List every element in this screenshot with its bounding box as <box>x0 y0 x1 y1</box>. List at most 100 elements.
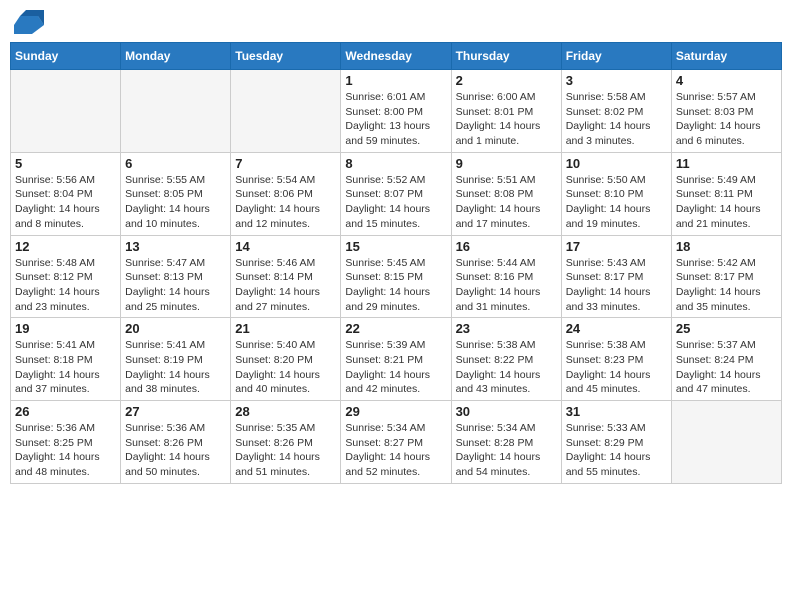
day-info: Sunrise: 5:40 AMSunset: 8:20 PMDaylight:… <box>235 338 336 397</box>
calendar-cell: 15 Sunrise: 5:45 AMSunset: 8:15 PMDayligh… <box>341 235 451 318</box>
day-number: 24 <box>566 321 667 336</box>
day-info: Sunrise: 5:37 AMSunset: 8:24 PMDaylight:… <box>676 338 777 397</box>
calendar-cell: 27 Sunrise: 5:36 AMSunset: 8:26 PMDayligh… <box>121 401 231 484</box>
calendar-cell: 20 Sunrise: 5:41 AMSunset: 8:19 PMDayligh… <box>121 318 231 401</box>
day-info: Sunrise: 5:38 AMSunset: 8:22 PMDaylight:… <box>456 338 557 397</box>
day-info: Sunrise: 5:47 AMSunset: 8:13 PMDaylight:… <box>125 256 226 315</box>
calendar-cell: 9 Sunrise: 5:51 AMSunset: 8:08 PMDaylight… <box>451 152 561 235</box>
day-number: 18 <box>676 239 777 254</box>
calendar-cell: 1Sunrise: 6:01 AMSunset: 8:00 PMDaylight… <box>341 70 451 153</box>
day-info: Sunrise: 5:48 AMSunset: 8:12 PMDaylight:… <box>15 256 116 315</box>
day-info: Sunrise: 5:35 AMSunset: 8:26 PMDaylight:… <box>235 421 336 480</box>
day-number: 10 <box>566 156 667 171</box>
day-number: 20 <box>125 321 226 336</box>
day-info: Sunrise: 5:45 AMSunset: 8:15 PMDaylight:… <box>345 256 446 315</box>
day-number: 25 <box>676 321 777 336</box>
calendar-cell: 28 Sunrise: 5:35 AMSunset: 8:26 PMDayligh… <box>231 401 341 484</box>
calendar-cell: 6 Sunrise: 5:55 AMSunset: 8:05 PMDaylight… <box>121 152 231 235</box>
day-number: 17 <box>566 239 667 254</box>
calendar-cell: 19 Sunrise: 5:41 AMSunset: 8:18 PMDayligh… <box>11 318 121 401</box>
calendar-cell: 13 Sunrise: 5:47 AMSunset: 8:13 PMDayligh… <box>121 235 231 318</box>
day-number: 5 <box>15 156 116 171</box>
calendar-week-row-1: 1Sunrise: 6:01 AMSunset: 8:00 PMDaylight… <box>11 70 782 153</box>
day-number: 7 <box>235 156 336 171</box>
calendar-cell <box>11 70 121 153</box>
day-number: 27 <box>125 404 226 419</box>
day-info: Sunrise: 5:41 AMSunset: 8:18 PMDaylight:… <box>15 338 116 397</box>
calendar-cell <box>671 401 781 484</box>
day-number: 11 <box>676 156 777 171</box>
day-number: 19 <box>15 321 116 336</box>
day-number: 2 <box>456 73 557 88</box>
day-number: 15 <box>345 239 446 254</box>
day-info: Sunrise: 5:51 AMSunset: 8:08 PMDaylight:… <box>456 173 557 232</box>
day-number: 12 <box>15 239 116 254</box>
day-info: Sunrise: 5:34 AMSunset: 8:27 PMDaylight:… <box>345 421 446 480</box>
calendar-week-row-2: 5 Sunrise: 5:56 AMSunset: 8:04 PMDaylight… <box>11 152 782 235</box>
weekday-header-wednesday: Wednesday <box>341 43 451 70</box>
weekday-header-thursday: Thursday <box>451 43 561 70</box>
calendar-week-row-4: 19 Sunrise: 5:41 AMSunset: 8:18 PMDayligh… <box>11 318 782 401</box>
day-number: 28 <box>235 404 336 419</box>
calendar-cell: 18 Sunrise: 5:42 AMSunset: 8:17 PMDayligh… <box>671 235 781 318</box>
calendar-cell: 10Sunrise: 5:50 AMSunset: 8:10 PMDayligh… <box>561 152 671 235</box>
calendar-cell: 12 Sunrise: 5:48 AMSunset: 8:12 PMDayligh… <box>11 235 121 318</box>
day-number: 9 <box>456 156 557 171</box>
page-header <box>10 10 782 34</box>
weekday-header-row: SundayMondayTuesdayWednesdayThursdayFrid… <box>11 43 782 70</box>
weekday-header-tuesday: Tuesday <box>231 43 341 70</box>
day-info: Sunrise: 5:38 AMSunset: 8:23 PMDaylight:… <box>566 338 667 397</box>
calendar-table: SundayMondayTuesdayWednesdayThursdayFrid… <box>10 42 782 484</box>
calendar-cell: 17 Sunrise: 5:43 AMSunset: 8:17 PMDayligh… <box>561 235 671 318</box>
day-info: Sunrise: 5:44 AMSunset: 8:16 PMDaylight:… <box>456 256 557 315</box>
day-number: 4 <box>676 73 777 88</box>
calendar-cell: 5 Sunrise: 5:56 AMSunset: 8:04 PMDaylight… <box>11 152 121 235</box>
day-number: 13 <box>125 239 226 254</box>
calendar-week-row-3: 12 Sunrise: 5:48 AMSunset: 8:12 PMDayligh… <box>11 235 782 318</box>
day-info: Sunrise: 5:36 AMSunset: 8:25 PMDaylight:… <box>15 421 116 480</box>
day-info: Sunrise: 5:56 AMSunset: 8:04 PMDaylight:… <box>15 173 116 232</box>
calendar-cell: 16 Sunrise: 5:44 AMSunset: 8:16 PMDayligh… <box>451 235 561 318</box>
day-number: 23 <box>456 321 557 336</box>
calendar-cell: 31Sunrise: 5:33 AMSunset: 8:29 PMDayligh… <box>561 401 671 484</box>
weekday-header-monday: Monday <box>121 43 231 70</box>
day-info: Sunrise: 5:49 AMSunset: 8:11 PMDaylight:… <box>676 173 777 232</box>
day-info: Sunrise: 5:57 AMSunset: 8:03 PMDaylight:… <box>676 90 777 149</box>
weekday-header-sunday: Sunday <box>11 43 121 70</box>
day-number: 26 <box>15 404 116 419</box>
calendar-cell: 25 Sunrise: 5:37 AMSunset: 8:24 PMDayligh… <box>671 318 781 401</box>
calendar-cell: 2Sunrise: 6:00 AMSunset: 8:01 PMDaylight… <box>451 70 561 153</box>
day-number: 21 <box>235 321 336 336</box>
day-info: Sunrise: 5:43 AMSunset: 8:17 PMDaylight:… <box>566 256 667 315</box>
day-info: Sunrise: 5:54 AMSunset: 8:06 PMDaylight:… <box>235 173 336 232</box>
day-info: Sunrise: 5:52 AMSunset: 8:07 PMDaylight:… <box>345 173 446 232</box>
calendar-cell: 11 Sunrise: 5:49 AMSunset: 8:11 PMDayligh… <box>671 152 781 235</box>
calendar-cell: 4 Sunrise: 5:57 AMSunset: 8:03 PMDaylight… <box>671 70 781 153</box>
calendar-cell: 22Sunrise: 5:39 AMSunset: 8:21 PMDayligh… <box>341 318 451 401</box>
calendar-cell: 23 Sunrise: 5:38 AMSunset: 8:22 PMDayligh… <box>451 318 561 401</box>
weekday-header-saturday: Saturday <box>671 43 781 70</box>
day-info: Sunrise: 5:41 AMSunset: 8:19 PMDaylight:… <box>125 338 226 397</box>
day-number: 30 <box>456 404 557 419</box>
day-info: Sunrise: 5:46 AMSunset: 8:14 PMDaylight:… <box>235 256 336 315</box>
day-info: Sunrise: 5:55 AMSunset: 8:05 PMDaylight:… <box>125 173 226 232</box>
day-info: Sunrise: 5:33 AMSunset: 8:29 PMDaylight:… <box>566 421 667 480</box>
calendar-week-row-5: 26 Sunrise: 5:36 AMSunset: 8:25 PMDayligh… <box>11 401 782 484</box>
calendar-cell <box>231 70 341 153</box>
day-info: Sunrise: 5:42 AMSunset: 8:17 PMDaylight:… <box>676 256 777 315</box>
day-number: 1 <box>345 73 446 88</box>
calendar-cell: 26 Sunrise: 5:36 AMSunset: 8:25 PMDayligh… <box>11 401 121 484</box>
day-number: 16 <box>456 239 557 254</box>
calendar-cell: 7 Sunrise: 5:54 AMSunset: 8:06 PMDaylight… <box>231 152 341 235</box>
day-number: 22 <box>345 321 446 336</box>
calendar-cell: 29Sunrise: 5:34 AMSunset: 8:27 PMDayligh… <box>341 401 451 484</box>
day-number: 6 <box>125 156 226 171</box>
day-info: Sunrise: 5:58 AMSunset: 8:02 PMDaylight:… <box>566 90 667 149</box>
calendar-cell: 8 Sunrise: 5:52 AMSunset: 8:07 PMDaylight… <box>341 152 451 235</box>
weekday-header-friday: Friday <box>561 43 671 70</box>
day-info: Sunrise: 5:36 AMSunset: 8:26 PMDaylight:… <box>125 421 226 480</box>
calendar-cell: 30Sunrise: 5:34 AMSunset: 8:28 PMDayligh… <box>451 401 561 484</box>
logo-icon <box>14 10 44 34</box>
day-number: 3 <box>566 73 667 88</box>
day-number: 8 <box>345 156 446 171</box>
